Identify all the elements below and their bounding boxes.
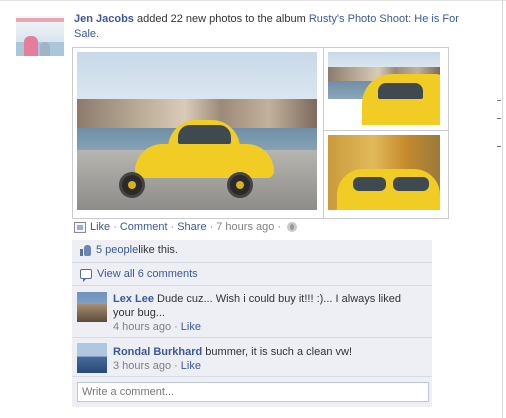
comment-text: bummer, it is such a clean vw! xyxy=(202,346,353,358)
actor-name-link[interactable]: Jen Jacobs xyxy=(74,13,134,25)
right-divider xyxy=(502,0,503,418)
like-link[interactable]: Like xyxy=(90,220,110,234)
story-actions: Like · Comment · Share · 7 hours ago · xyxy=(74,220,298,234)
separator-dot: · xyxy=(113,221,117,233)
photo-main-thumbnail[interactable] xyxy=(72,47,326,219)
comment-bubble-icon xyxy=(80,269,92,282)
scrollbar-marker xyxy=(497,118,501,119)
car-side-window xyxy=(352,177,387,191)
car-rear-window xyxy=(392,177,429,191)
car-window xyxy=(177,124,231,144)
comment-body: Rondal Burkhard bummer, it is such a cle… xyxy=(113,345,423,359)
top-divider xyxy=(0,0,506,1)
car-body xyxy=(134,143,274,179)
car-rear-wheel xyxy=(227,172,253,198)
comment-meta: 4 hours ago · Like xyxy=(113,320,201,334)
comment-text: Dude cuz... Wish i could buy it!!! :)...… xyxy=(113,293,401,319)
separator-dot: · xyxy=(170,221,175,233)
globe-icon[interactable] xyxy=(287,222,298,232)
car-front xyxy=(361,73,440,125)
scrollbar-marker xyxy=(497,146,501,147)
wheel-hub xyxy=(236,181,244,189)
story-text: Jen Jacobs added 22 new photos to the al… xyxy=(74,12,464,42)
view-all-comments[interactable]: View all 6 comments xyxy=(80,268,198,282)
comment-input[interactable] xyxy=(77,382,429,402)
separator-dot: · xyxy=(174,321,178,333)
beetle-rear-photo xyxy=(328,135,440,210)
comment-timestamp[interactable]: 4 hours ago xyxy=(113,321,171,333)
thumbs-up-icon xyxy=(80,244,91,256)
car-front-wheel xyxy=(119,172,145,198)
share-link[interactable]: Share xyxy=(177,220,206,234)
likers-link[interactable]: 5 people xyxy=(96,244,138,256)
photo-side-thumbnail-1[interactable] xyxy=(323,47,449,134)
comment-author-link[interactable]: Rondal Burkhard xyxy=(113,346,202,358)
commenter-avatar[interactable] xyxy=(77,292,107,322)
comment-meta: 3 hours ago · Like xyxy=(113,359,201,373)
story-action: added 22 new photos to the album xyxy=(133,13,309,25)
photo-album-icon xyxy=(74,221,86,233)
scrollbar-marker xyxy=(497,100,501,101)
comment-body: Lex Lee Dude cuz... Wish i could buy it!… xyxy=(113,292,423,320)
photo-side-thumbnail-2[interactable] xyxy=(323,130,449,219)
comment-author-link[interactable]: Lex Lee xyxy=(113,293,154,305)
likes-suffix: like this. xyxy=(138,244,178,256)
avatar-figure xyxy=(24,36,38,56)
view-all-comments-link[interactable]: View all 6 comments xyxy=(97,268,198,280)
yellow-beetle-photo xyxy=(77,52,317,210)
separator-dot: · xyxy=(209,221,214,233)
comment-link[interactable]: Comment xyxy=(120,220,168,234)
likes-summary: 5 people like this. xyxy=(80,244,178,256)
beetle-front-photo xyxy=(328,52,440,125)
separator-dot: · xyxy=(174,360,178,372)
profile-avatar[interactable] xyxy=(16,16,64,56)
comment-timestamp[interactable]: 3 hours ago xyxy=(113,360,171,372)
avatar-figure-secondary xyxy=(40,42,50,56)
timestamp[interactable]: 7 hours ago xyxy=(216,220,274,234)
avatar-banner xyxy=(16,18,64,22)
commenter-avatar[interactable] xyxy=(77,343,107,373)
comment-like-link[interactable]: Like xyxy=(181,321,201,333)
car-windshield xyxy=(378,82,424,99)
comment-like-link[interactable]: Like xyxy=(181,360,201,372)
wheel-hub xyxy=(128,181,136,189)
separator-dot: · xyxy=(277,221,282,233)
